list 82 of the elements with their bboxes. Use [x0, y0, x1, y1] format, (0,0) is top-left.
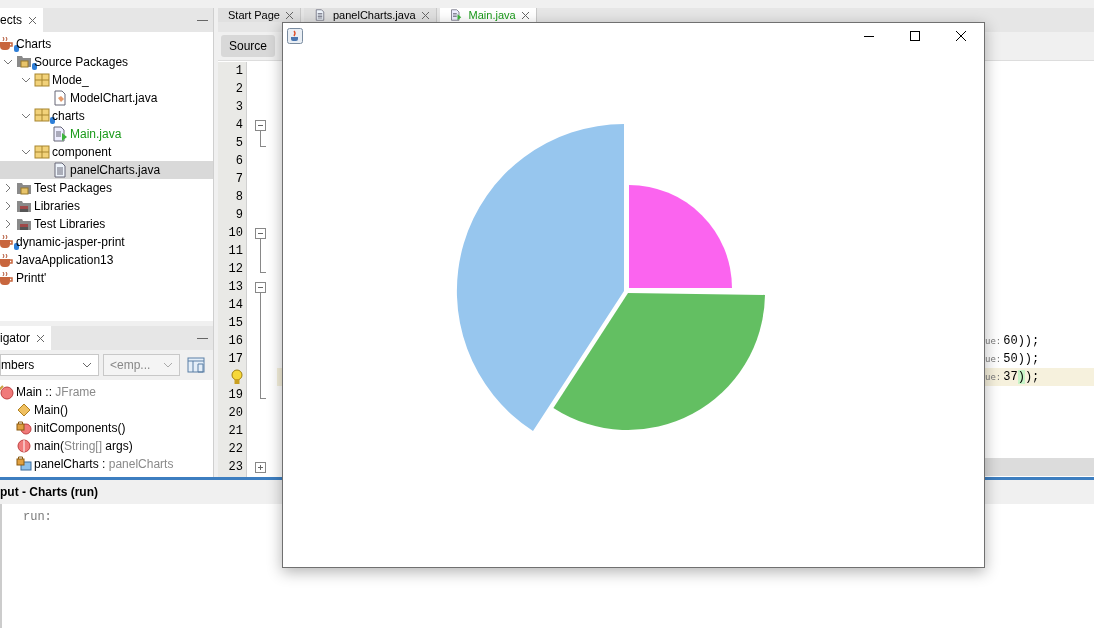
- line-number: 23: [228, 460, 243, 474]
- output-text: run:: [23, 510, 53, 524]
- close-icon[interactable]: [956, 31, 966, 41]
- parameter-hint: ue:: [985, 372, 1002, 382]
- tree-item[interactable]: Test Packages: [34, 181, 113, 195]
- tree-item[interactable]: Libraries: [34, 199, 81, 213]
- member-item[interactable]: panelCharts : panelCharts: [34, 457, 174, 471]
- source-button[interactable]: Source: [221, 35, 276, 57]
- collapse-caret-icon[interactable]: [21, 149, 31, 155]
- parameter-hint: ue:: [985, 336, 1002, 346]
- tree-item[interactable]: dynamic-jasper-print: [16, 235, 125, 249]
- maximize-icon[interactable]: [910, 31, 920, 41]
- panel-tab-label: ects: [0, 13, 22, 27]
- collapse-caret-icon[interactable]: [3, 59, 13, 65]
- line-number: 8: [235, 190, 243, 204]
- padlock-field-icon: [16, 456, 32, 472]
- line-number: 4: [235, 118, 243, 132]
- collapse-caret-icon[interactable]: [21, 113, 31, 119]
- method-icon: [16, 438, 32, 454]
- coffee-cup-icon: [287, 28, 303, 44]
- diamond-icon: [16, 402, 32, 418]
- tree-item[interactable]: component: [52, 145, 112, 159]
- fold-minus-icon[interactable]: [255, 120, 266, 131]
- line-number: 1: [235, 64, 243, 78]
- class-icon: [0, 384, 14, 400]
- line-number: 20: [228, 406, 243, 420]
- line-number: 6: [235, 154, 243, 168]
- panel-tab-label: igator: [0, 331, 31, 345]
- window-icon[interactable]: [187, 357, 205, 373]
- line-number: 9: [235, 208, 243, 222]
- member-item[interactable]: initComponents(): [34, 421, 126, 435]
- tree-item[interactable]: panelCharts.java: [70, 163, 161, 177]
- tree-item[interactable]: charts: [52, 109, 85, 123]
- line-number: 2: [235, 82, 243, 96]
- code-text: 37));: [1003, 370, 1040, 384]
- close-icon[interactable]: [520, 10, 530, 20]
- line-number: 21: [228, 424, 243, 438]
- code-text: 50));: [1003, 352, 1040, 366]
- fold-minus-icon[interactable]: [255, 282, 266, 293]
- line-number: 19: [228, 388, 243, 402]
- tree-item[interactable]: Mode_: [52, 73, 89, 87]
- code-text: 60));: [1003, 334, 1040, 348]
- tree-item[interactable]: Source Packages: [34, 55, 129, 69]
- expand-caret-icon[interactable]: [5, 201, 11, 211]
- projects-tab[interactable]: ects: [0, 8, 43, 32]
- editor-tab[interactable]: Main.java: [439, 8, 537, 22]
- tree-item[interactable]: Charts: [16, 37, 52, 51]
- caret-icon: [163, 362, 173, 368]
- line-number: 7: [235, 172, 243, 186]
- line-number: 3: [235, 100, 243, 114]
- line-number: 14: [228, 298, 243, 312]
- line-number: 13: [228, 280, 243, 294]
- editor-tab[interactable]: panelCharts.java: [304, 8, 437, 22]
- tree-item[interactable]: Printt': [16, 271, 47, 285]
- tree-item[interactable]: Test Libraries: [34, 217, 106, 231]
- expand-caret-icon[interactable]: [5, 219, 11, 229]
- tree-item[interactable]: Main.java: [70, 127, 122, 141]
- fold-minus-icon[interactable]: [255, 228, 266, 239]
- line-number: 22: [228, 442, 243, 456]
- line-number: 16: [228, 334, 243, 348]
- line-number: 11: [228, 244, 243, 258]
- member-item[interactable]: Main(): [34, 403, 68, 417]
- line-number: 17: [228, 352, 243, 366]
- caret-icon: [82, 362, 92, 368]
- horizontal-scrollbar[interactable]: [985, 458, 1094, 476]
- line-number: 12: [228, 262, 243, 276]
- output-title: put - Charts (run): [0, 485, 98, 499]
- member-item[interactable]: main(String[] args): [34, 439, 133, 453]
- tree-item[interactable]: JavaApplication13: [16, 253, 114, 267]
- member-item[interactable]: Main :: JFrame: [16, 385, 97, 399]
- collapse-caret-icon[interactable]: [21, 77, 31, 83]
- line-number: 5: [235, 136, 243, 150]
- tree-item[interactable]: ModelChart.java: [70, 91, 158, 105]
- fold-plus-icon[interactable]: [255, 462, 266, 473]
- line-number: 10: [228, 226, 243, 240]
- parameter-hint: ue:: [985, 354, 1002, 364]
- padlock-method-icon: [16, 420, 32, 436]
- line-number: 15: [228, 316, 243, 330]
- filter-dropdown[interactable]: mbers: [0, 354, 99, 376]
- editor-tab[interactable]: Start Page: [218, 8, 301, 22]
- navigator-tab[interactable]: igator: [0, 326, 52, 350]
- expand-caret-icon[interactable]: [5, 183, 11, 193]
